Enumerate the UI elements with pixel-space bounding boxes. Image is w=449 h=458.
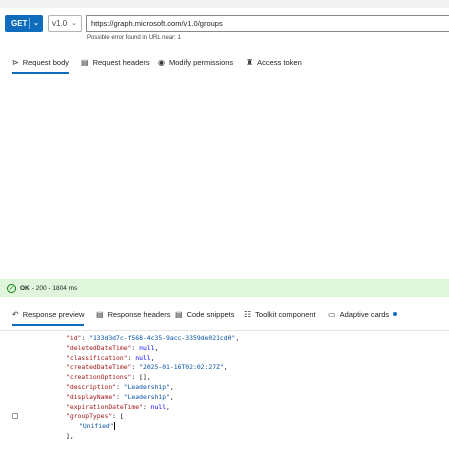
json-value: "Unified"	[79, 422, 114, 431]
json-punct: ,	[169, 383, 174, 391]
key-icon: ♜	[246, 57, 254, 67]
json-value: "Leadership"	[123, 383, 170, 391]
tabs-divider	[0, 330, 449, 331]
tab-label: Modify permissions	[168, 57, 234, 67]
tab-label: Request body	[22, 57, 69, 67]
http-method-label: GET	[11, 19, 28, 28]
tab-modify-permissions[interactable]: ◉ Modify permissions	[158, 52, 233, 72]
json-value: "2025-01-16T02:02:27Z"	[139, 363, 224, 372]
json-value: "Leadership"	[123, 392, 170, 401]
version-dropdown[interactable]: v1.0 ⌄	[48, 15, 82, 32]
tab-label: Toolkit component	[255, 309, 316, 319]
json-line: "creationOptions": [],	[66, 373, 151, 382]
json-punct: ,	[235, 334, 240, 342]
json-line: "classification": null,	[66, 353, 155, 362]
json-value: ],	[66, 432, 74, 440]
json-line: "description": "Leadership",	[66, 383, 174, 391]
tab-request-body[interactable]: ⊳ Request body	[12, 52, 69, 74]
status-ok: OK	[20, 284, 30, 292]
json-punct: ,	[146, 373, 151, 382]
json-key: "createdDateTime"	[66, 363, 132, 372]
chevron-down-icon: ⌄	[71, 20, 77, 27]
json-line: "deletedDateTime": null,	[66, 343, 159, 352]
collapse-toggle-icon[interactable]	[12, 413, 18, 419]
json-key: "creationOptions"	[66, 373, 132, 382]
tab-toolkit-component[interactable]: ☷ Toolkit component	[244, 304, 316, 324]
tab-label: Response headers	[107, 309, 171, 319]
checkmark-circle-icon: ✓	[7, 283, 16, 293]
tab-label: Adaptive cards	[339, 309, 390, 319]
request-tabs: ⊳ Request body ▤ Request headers ◉ Modif…	[0, 52, 449, 74]
tab-response-headers[interactable]: ▤ Response headers	[96, 304, 171, 324]
json-punct: ,	[154, 343, 159, 352]
tab-label: Access token	[257, 57, 302, 67]
json-line: "id": "133d3d7c-f568-4c35-9acc-3359de021…	[66, 334, 240, 342]
json-punct: ,	[150, 353, 155, 362]
version-label: v1.0	[52, 19, 68, 28]
response-json-viewer[interactable]: "id": "133d3d7c-f568-4c35-9acc-3359de021…	[0, 334, 449, 458]
document-icon: ▤	[96, 309, 104, 319]
json-key: "displayName"	[66, 392, 117, 401]
method-divider	[29, 18, 30, 29]
json-value: null	[135, 353, 151, 362]
json-line: "expirationDateTime": null,	[66, 402, 170, 411]
response-tabs: ↶ Response preview ▤ Response headers ▤ …	[0, 304, 449, 326]
text-cursor	[113, 422, 115, 431]
response-status-bar: ✓ OK - 200 - 1804 ms	[0, 279, 449, 297]
notification-dot	[393, 312, 398, 316]
json-value: []	[139, 373, 147, 382]
json-line: "Unified"	[79, 422, 115, 432]
json-punct: ,	[169, 392, 174, 401]
json-key: "id"	[66, 334, 82, 342]
json-key: "description"	[66, 383, 117, 391]
json-punct: ,	[223, 363, 228, 372]
document-icon: ▤	[81, 57, 89, 67]
chevron-down-icon: ⌄	[33, 20, 39, 27]
toolkit-icon: ☷	[244, 309, 252, 319]
card-icon: ▭	[328, 309, 336, 319]
send-icon: ⊳	[12, 57, 19, 67]
tab-code-snippets[interactable]: ▤ Code snippets	[175, 304, 235, 324]
json-key: "deletedDateTime"	[66, 343, 132, 352]
tab-label: Request headers	[92, 57, 150, 67]
status-detail: - 200 - 1804 ms	[31, 284, 78, 292]
code-icon: ▤	[175, 309, 183, 319]
json-value: "133d3d7c-f568-4c35-9acc-3359de021cd0"	[89, 334, 236, 342]
json-value: null	[150, 402, 167, 411]
json-line: "groupTypes": [	[66, 412, 124, 421]
tab-label: Response preview	[22, 309, 85, 319]
tab-request-headers[interactable]: ▤ Request headers	[81, 52, 150, 72]
json-key: "expirationDateTime"	[66, 402, 143, 411]
tab-access-token[interactable]: ♜ Access token	[246, 52, 302, 72]
json-line: "displayName": "Leadership",	[66, 392, 174, 401]
tab-label: Code snippets	[186, 309, 235, 319]
preview-icon: ↶	[12, 309, 19, 319]
url-input[interactable]: https://graph.microsoft.com/v1.0/groups	[86, 15, 449, 32]
tab-adaptive-cards[interactable]: ▭ Adaptive cards	[328, 304, 398, 324]
url-error-hint: Possible error found in URL near: 1	[87, 35, 181, 41]
json-key: "classification"	[66, 353, 128, 362]
json-line: "createdDateTime": "2025-01-16T02:02:27Z…	[66, 363, 228, 372]
json-value: null	[139, 343, 155, 352]
json-punct: ,	[166, 402, 170, 411]
tab-response-preview[interactable]: ↶ Response preview	[12, 304, 85, 326]
json-value: [	[119, 412, 124, 421]
json-key: "groupTypes"	[66, 412, 113, 421]
permissions-icon: ◉	[158, 57, 165, 67]
top-strip	[0, 0, 449, 8]
json-line: ],	[66, 432, 74, 442]
http-method-dropdown[interactable]: GET ⌄	[5, 15, 43, 32]
